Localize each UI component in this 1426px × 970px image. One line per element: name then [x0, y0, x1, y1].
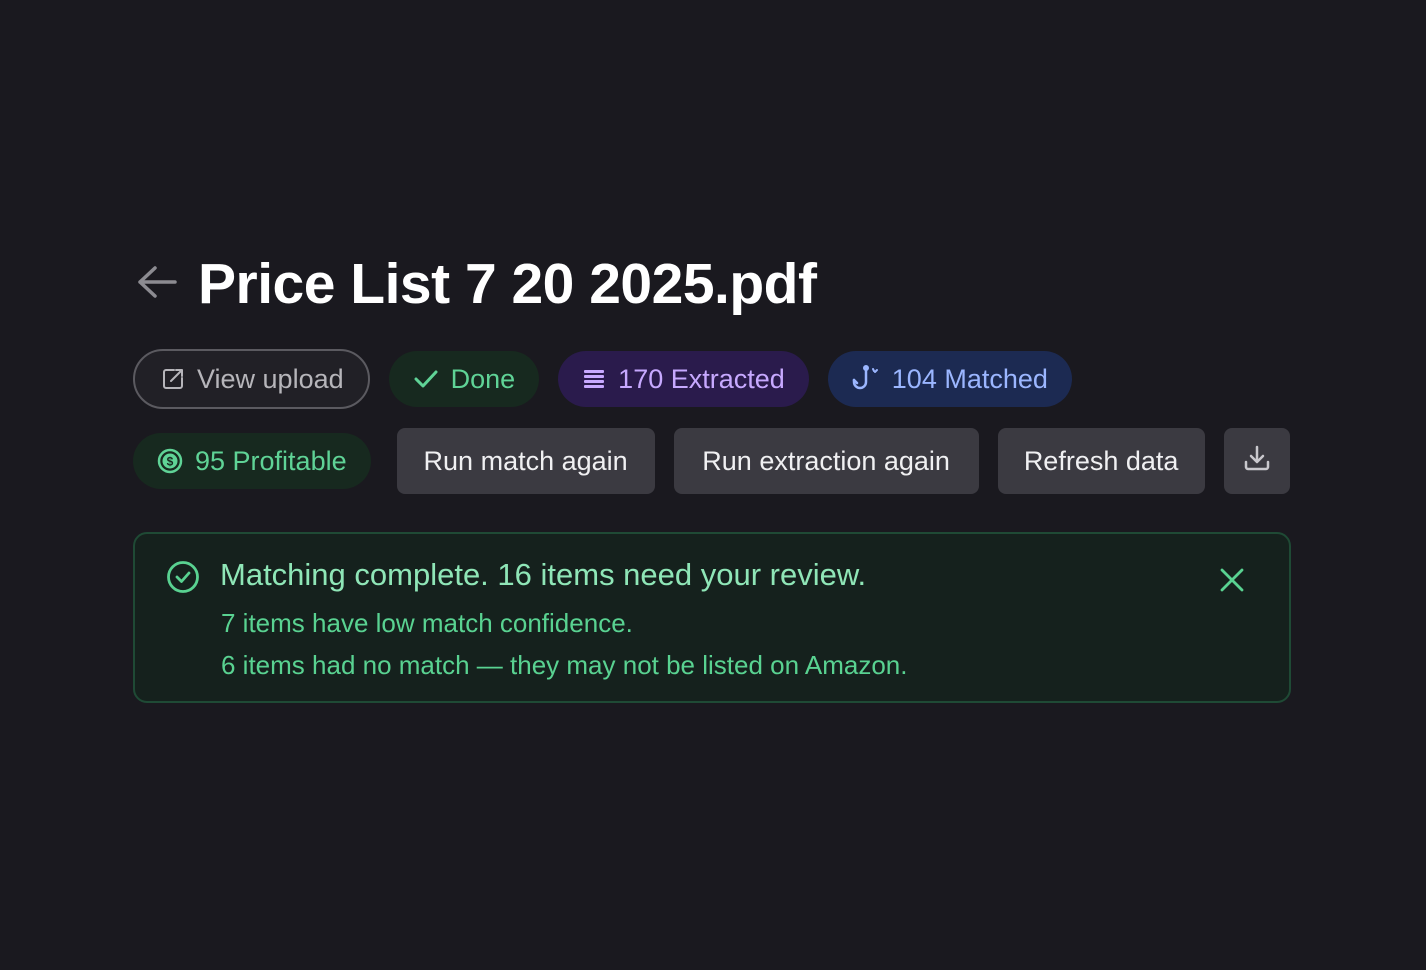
view-upload-label: View upload: [197, 363, 344, 394]
arrow-left-icon: [135, 264, 177, 305]
extracted-count-badge: 170 Extracted: [558, 351, 809, 407]
extracted-label: 170 Extracted: [618, 363, 785, 394]
alert-title: Matching complete. 16 items need your re…: [220, 557, 867, 592]
status-badge-done: Done: [388, 351, 540, 407]
check-circle-icon: [166, 560, 200, 599]
alert-message-no-match: 6 items had no match — they may not be l…: [221, 650, 908, 680]
matched-label: 104 Matched: [891, 363, 1048, 394]
external-link-icon: [161, 367, 185, 391]
download-icon: [1242, 443, 1272, 480]
status-pill-row: View upload Done 170 Extracted 104 Match…: [133, 349, 1072, 409]
page-header: Price List 7 20 2025.pdf: [134, 248, 817, 320]
run-extraction-again-button[interactable]: Run extraction again: [673, 428, 979, 494]
page: Price List 7 20 2025.pdf View upload Don…: [0, 0, 1426, 970]
alert-message-low-confidence: 7 items have low match confidence.: [221, 608, 633, 638]
back-button[interactable]: [134, 262, 178, 306]
check-icon: [413, 367, 439, 391]
hook-icon: [852, 365, 880, 393]
list-icon: [582, 367, 606, 391]
profitable-count-badge: $ 95 Profitable: [133, 433, 371, 489]
done-label: Done: [450, 363, 516, 394]
alert-close-button[interactable]: [1217, 567, 1247, 597]
matching-complete-alert: Matching complete. 16 items need your re…: [133, 532, 1291, 703]
profitable-label: 95 Profitable: [195, 445, 347, 476]
action-row: $ 95 Profitable Run match again Run extr…: [133, 428, 1290, 494]
view-upload-button[interactable]: View upload: [133, 349, 370, 409]
download-button[interactable]: [1223, 428, 1290, 494]
matched-count-badge: 104 Matched: [827, 351, 1072, 407]
svg-text:$: $: [167, 455, 174, 469]
refresh-data-button[interactable]: Refresh data: [997, 428, 1205, 494]
close-icon: [1219, 567, 1245, 598]
dollar-circle-icon: $: [157, 448, 183, 474]
run-match-again-button[interactable]: Run match again: [396, 428, 655, 494]
page-title: Price List 7 20 2025.pdf: [198, 252, 817, 316]
